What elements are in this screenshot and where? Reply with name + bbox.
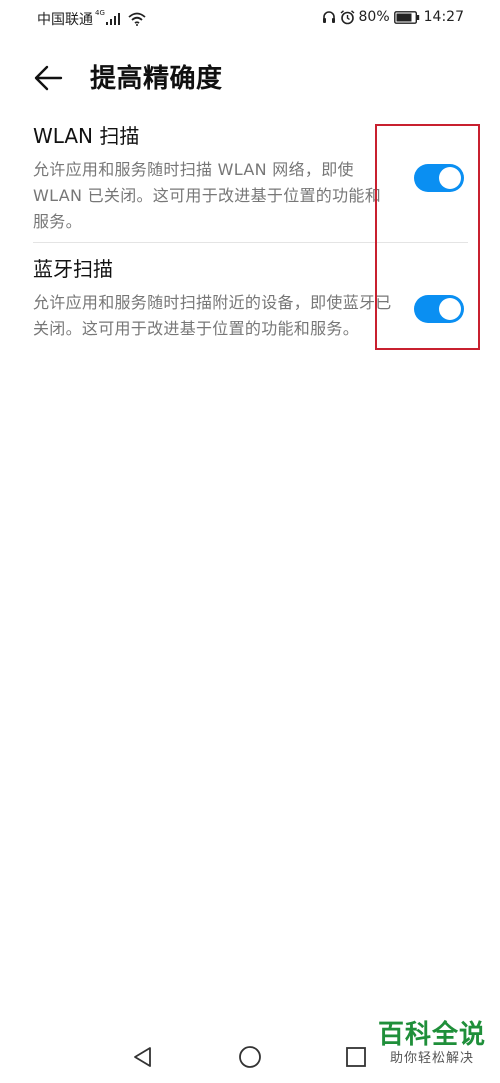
signal-icon xyxy=(105,13,120,25)
setting-title: 蓝牙扫描 xyxy=(33,257,113,281)
nav-recent-apps-icon[interactable] xyxy=(345,1046,367,1068)
nav-home-icon[interactable] xyxy=(238,1045,262,1069)
status-right: 80% 14:27 xyxy=(322,9,464,25)
page-title: 提高精确度 xyxy=(90,64,223,94)
back-button[interactable] xyxy=(30,60,66,96)
watermark-logo: 百科全说 助你轻松解决 xyxy=(378,1020,486,1068)
wlan-scan-toggle[interactable] xyxy=(414,164,464,192)
battery-percent: 80% xyxy=(358,9,390,25)
setting-title: WLAN 扫描 xyxy=(33,124,140,148)
divider xyxy=(33,242,468,243)
alarm-icon xyxy=(340,9,354,24)
arrow-left-icon xyxy=(34,65,63,91)
setting-wlan-scan[interactable]: WLAN 扫描 允许应用和服务随时扫描 WLAN 网络，即使 WLAN 已关闭。… xyxy=(33,123,471,235)
setting-description: 允许应用和服务随时扫描 WLAN 网络，即使 WLAN 已关闭。这可用于改进基于… xyxy=(33,160,382,231)
network-type-label: 4G xyxy=(95,9,105,17)
watermark-slogan: 助你轻松解决 xyxy=(389,1051,474,1066)
clock: 14:27 xyxy=(423,9,464,25)
toggle-knob xyxy=(439,167,461,189)
toggle-knob xyxy=(439,298,461,320)
wifi-icon xyxy=(128,12,146,26)
carrier-label: 中国联通 xyxy=(37,12,93,28)
bluetooth-scan-toggle[interactable] xyxy=(414,295,464,323)
setting-bluetooth-scan[interactable]: 蓝牙扫描 允许应用和服务随时扫描附近的设备，即使蓝牙已关闭。这可用于改进基于位置… xyxy=(33,256,471,342)
status-bar: 中国联通 4G 80% 14:27 xyxy=(0,0,500,36)
header: 提高精确度 xyxy=(0,48,500,104)
status-left: 中国联通 4G xyxy=(37,9,146,29)
nav-back-icon[interactable] xyxy=(131,1045,155,1069)
battery-icon xyxy=(393,10,419,24)
headset-icon xyxy=(322,11,335,23)
watermark-brand: 百科全说 xyxy=(377,1020,486,1050)
setting-description: 允许应用和服务随时扫描附近的设备，即使蓝牙已关闭。这可用于改进基于位置的功能和服… xyxy=(33,293,392,338)
